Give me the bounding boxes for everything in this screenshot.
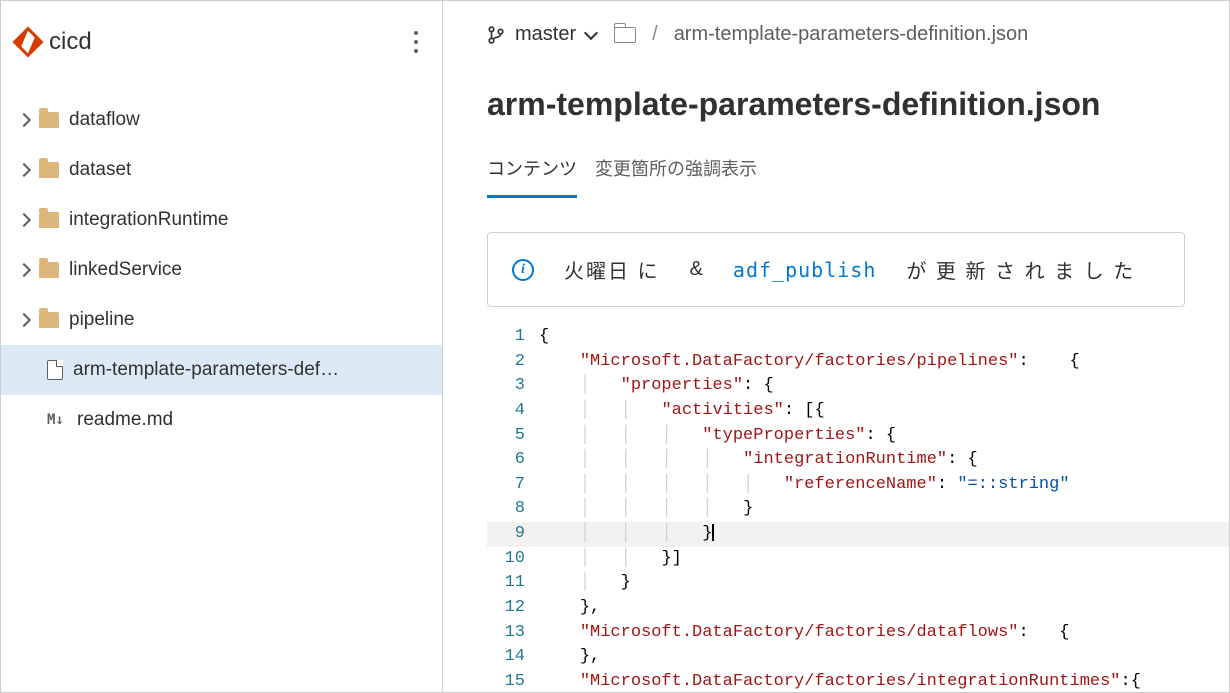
chevron-right-icon <box>17 313 31 327</box>
info-tail: が 更 新 さ れ ま し た <box>906 255 1135 284</box>
tree-item-label: pipeline <box>69 309 135 331</box>
tab[interactable]: コンテンツ <box>487 147 577 198</box>
file-tree: dataflow dataset integrationRuntime linkedS… <box>1 95 442 445</box>
code-content[interactable]: │ │ }] <box>539 547 682 572</box>
tree-folder[interactable]: dataset <box>1 145 442 195</box>
line-number: 14 <box>487 645 539 670</box>
folder-icon[interactable] <box>614 27 636 43</box>
tree-folder[interactable]: integrationRuntime <box>1 195 442 245</box>
tab[interactable]: 変更箇所の強調表示 <box>595 147 757 198</box>
code-content[interactable]: │ │ │ │ "integrationRuntime": { <box>539 448 978 473</box>
tree-file[interactable]: arm-template-parameters-def… <box>1 345 442 395</box>
folder-icon <box>39 112 59 128</box>
line-number: 1 <box>487 325 539 350</box>
code-editor[interactable]: 1{2 "Microsoft.DataFactory/factories/pip… <box>487 325 1229 692</box>
topbar: master / arm-template-parameters-definit… <box>443 1 1229 56</box>
code-line[interactable]: 1{ <box>487 325 1229 350</box>
info-bar: i 火曜日 に & adf_publish が 更 新 さ れ ま し た <box>487 232 1185 307</box>
branch-icon <box>487 26 505 44</box>
code-line[interactable]: 12 }, <box>487 596 1229 621</box>
code-content[interactable]: }, <box>539 596 600 621</box>
code-line[interactable]: 14 }, <box>487 645 1229 670</box>
chevron-right-icon <box>17 163 31 177</box>
branch-picker[interactable]: master <box>487 23 596 46</box>
code-line[interactable]: 10 │ │ }] <box>487 547 1229 572</box>
code-line[interactable]: 3 │ "properties": { <box>487 374 1229 399</box>
line-number: 6 <box>487 448 539 473</box>
line-number: 4 <box>487 399 539 424</box>
branch-name: master <box>515 23 576 46</box>
line-number: 12 <box>487 596 539 621</box>
breadcrumb-separator: / <box>652 23 658 46</box>
line-number: 13 <box>487 621 539 646</box>
file-icon <box>47 360 63 380</box>
code-content[interactable]: │ } <box>539 571 631 596</box>
tree-file[interactable]: M↓ readme.md <box>1 395 442 445</box>
line-number: 2 <box>487 350 539 375</box>
main-panel: master / arm-template-parameters-definit… <box>443 1 1229 692</box>
line-number: 8 <box>487 497 539 522</box>
code-line[interactable]: 2 "Microsoft.DataFactory/factories/pipel… <box>487 350 1229 375</box>
line-number: 7 <box>487 473 539 498</box>
code-line[interactable]: 15 "Microsoft.DataFactory/factories/inte… <box>487 670 1229 692</box>
chevron-right-icon <box>17 113 31 127</box>
code-content[interactable]: }, <box>539 645 600 670</box>
line-number: 11 <box>487 571 539 596</box>
tree-folder[interactable]: linkedService <box>1 245 442 295</box>
code-content[interactable]: { <box>539 325 549 350</box>
folder-icon <box>39 312 59 328</box>
tabs: コンテンツ変更箇所の強調表示 <box>443 147 1229 198</box>
info-branch-link[interactable]: adf_publish <box>733 258 876 282</box>
code-line[interactable]: 7 │ │ │ │ │ "referenceName": "=::string" <box>487 473 1229 498</box>
code-content[interactable]: "Microsoft.DataFactory/factories/dataflo… <box>539 621 1070 646</box>
tree-item-label: dataflow <box>69 109 140 131</box>
code-line[interactable]: 5 │ │ │ "typeProperties": { <box>487 424 1229 449</box>
chevron-down-icon <box>584 25 598 39</box>
info-icon: i <box>512 259 534 281</box>
tree-item-label: linkedService <box>69 259 182 281</box>
chevron-right-icon <box>17 263 31 277</box>
line-number: 9 <box>487 522 539 547</box>
code-content[interactable]: "Microsoft.DataFactory/factories/pipelin… <box>539 350 1080 375</box>
tree-item-label: arm-template-parameters-def… <box>73 359 339 381</box>
info-day: 火曜日 に <box>564 255 660 284</box>
line-number: 10 <box>487 547 539 572</box>
code-line[interactable]: 11 │ } <box>487 571 1229 596</box>
tree-folder[interactable]: dataflow <box>1 95 442 145</box>
line-number: 15 <box>487 670 539 692</box>
folder-icon <box>39 212 59 228</box>
code-content[interactable]: "Microsoft.DataFactory/factories/integra… <box>539 670 1141 692</box>
code-content[interactable]: │ │ │ │ │ "referenceName": "=::string" <box>539 473 1070 498</box>
code-line[interactable]: 6 │ │ │ │ "integrationRuntime": { <box>487 448 1229 473</box>
sidebar-header: cicd <box>1 7 442 95</box>
code-line[interactable]: 4 │ │ "activities": [{ <box>487 399 1229 424</box>
more-menu-button[interactable] <box>408 25 424 59</box>
code-content[interactable]: │ │ │ } <box>539 522 714 547</box>
code-line[interactable]: 13 "Microsoft.DataFactory/factories/data… <box>487 621 1229 646</box>
folder-icon <box>39 262 59 278</box>
code-line[interactable]: 8 │ │ │ │ } <box>487 497 1229 522</box>
chevron-right-icon <box>17 213 31 227</box>
code-content[interactable]: │ │ │ "typeProperties": { <box>539 424 896 449</box>
line-number: 3 <box>487 374 539 399</box>
info-amp: & <box>690 258 703 281</box>
tree-item-label: readme.md <box>77 409 173 431</box>
tree-item-label: dataset <box>69 159 131 181</box>
breadcrumb: / arm-template-parameters-definition.jso… <box>614 23 1028 46</box>
repo-name: cicd <box>49 28 92 56</box>
breadcrumb-file[interactable]: arm-template-parameters-definition.json <box>674 23 1029 46</box>
file-tree-sidebar: cicd dataflow dataset integrationRuntime li… <box>1 1 443 692</box>
code-line[interactable]: 9 │ │ │ } <box>487 522 1229 547</box>
page-title: arm-template-parameters-definition.json <box>443 56 1229 147</box>
code-content[interactable]: │ │ │ │ } <box>539 497 753 522</box>
markdown-icon: M↓ <box>47 412 67 428</box>
folder-icon <box>39 162 59 178</box>
line-number: 5 <box>487 424 539 449</box>
repo-icon <box>12 26 43 57</box>
tree-folder[interactable]: pipeline <box>1 295 442 345</box>
code-content[interactable]: │ "properties": { <box>539 374 774 399</box>
tree-item-label: integrationRuntime <box>69 209 228 231</box>
code-content[interactable]: │ │ "activities": [{ <box>539 399 825 424</box>
